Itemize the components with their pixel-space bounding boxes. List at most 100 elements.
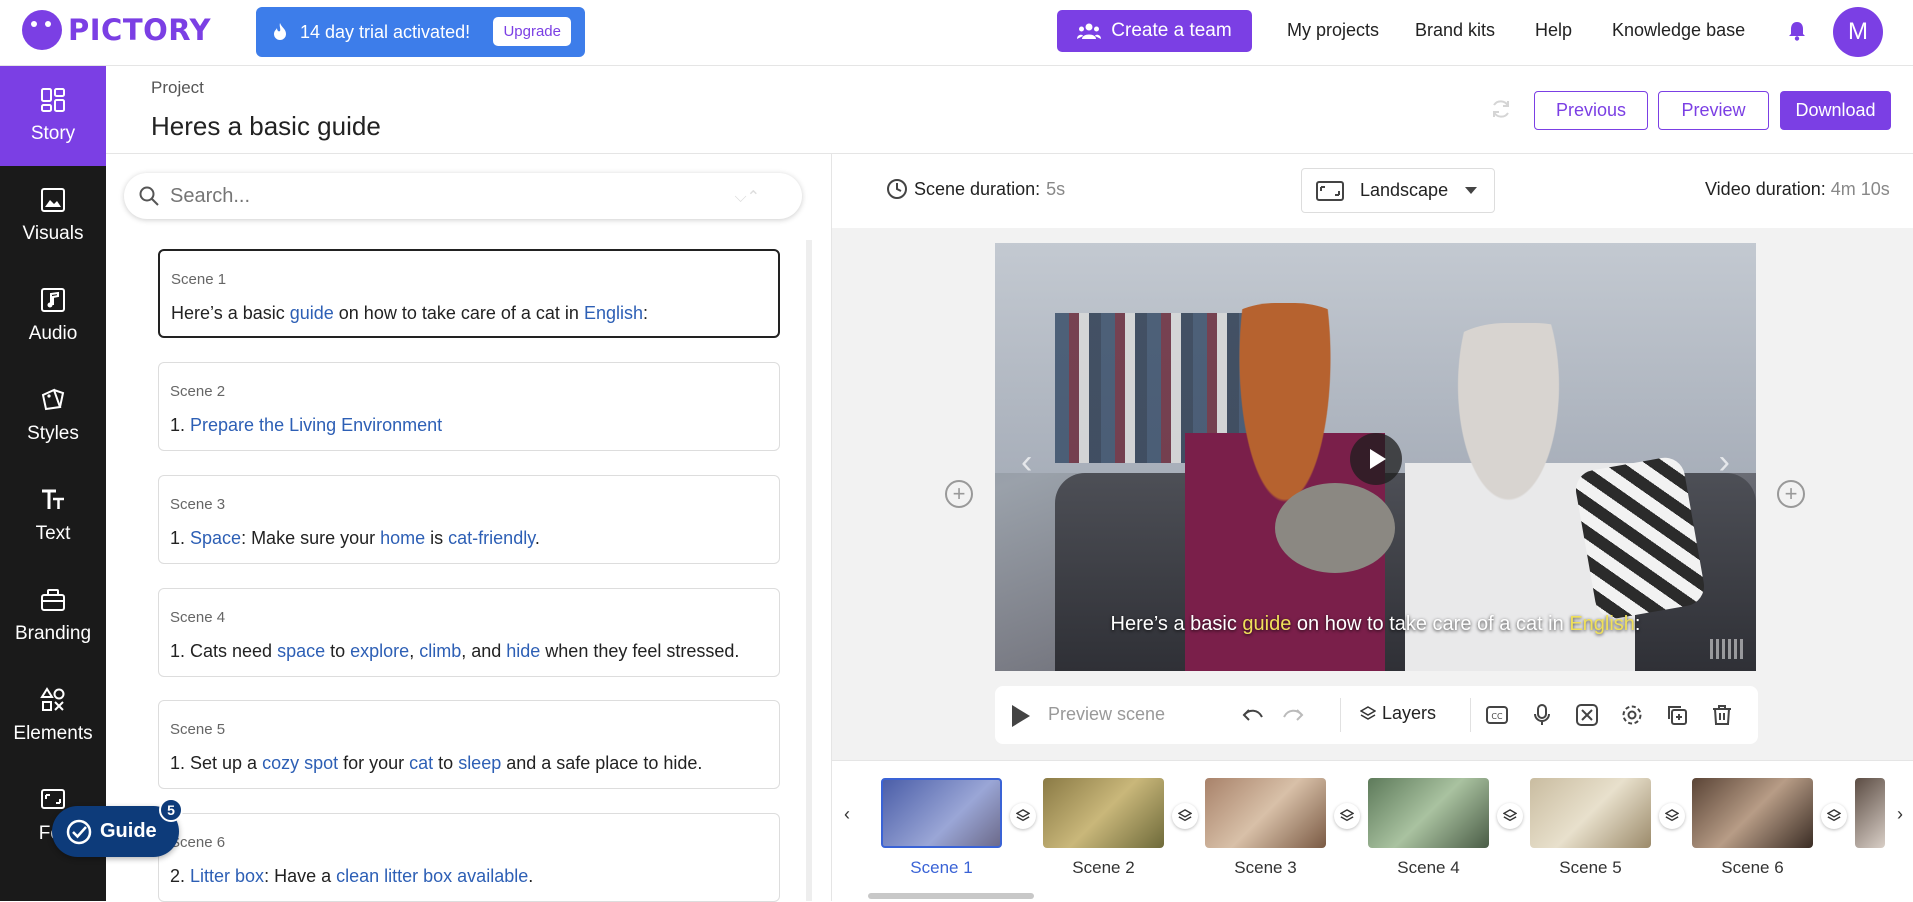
- timeline-thumb[interactable]: [1043, 778, 1164, 848]
- highlighted-keyword[interactable]: cat-friendly: [448, 528, 535, 548]
- search-input[interactable]: [170, 184, 710, 208]
- timeline-thumb[interactable]: [1368, 778, 1489, 848]
- scene-label: Scene 1: [171, 271, 227, 288]
- highlighted-keyword[interactable]: Litter box: [190, 866, 264, 886]
- project-title[interactable]: Heres a basic guide: [151, 111, 381, 142]
- scene-text[interactable]: Here’s a basic guide on how to take care…: [171, 303, 648, 324]
- preview-button[interactable]: Preview: [1658, 91, 1769, 130]
- scene-text[interactable]: 1. Set up a cozy spot for your cat to sl…: [170, 753, 702, 774]
- orientation-dropdown[interactable]: Landscape: [1301, 168, 1495, 213]
- microphone-icon[interactable]: [1530, 703, 1554, 727]
- undo-icon[interactable]: [1241, 703, 1265, 727]
- guide-button[interactable]: Guide 5: [52, 798, 183, 857]
- timeline-thumb-label[interactable]: Scene 2: [1043, 858, 1164, 878]
- timeline-thumb-label[interactable]: Scene 4: [1368, 858, 1489, 878]
- preview-scene-label[interactable]: Preview scene: [1048, 704, 1165, 725]
- sidebar-item-styles[interactable]: Styles: [0, 366, 106, 466]
- highlighted-keyword[interactable]: home: [380, 528, 425, 548]
- scene-layers-icon[interactable]: [1659, 803, 1685, 829]
- sidebar-item-elements[interactable]: Elements: [0, 666, 106, 766]
- top-bar: PICTORY 14 day trial activated! Upgrade …: [0, 0, 1913, 66]
- download-button[interactable]: Download: [1780, 91, 1891, 130]
- timeline-thumb-partial[interactable]: [1855, 778, 1885, 848]
- timeline-thumb[interactable]: [1205, 778, 1326, 848]
- scene-card[interactable]: Scene 2 1. Prepare the Living Environment: [158, 362, 780, 451]
- scene-card[interactable]: Scene 5 1. Set up a cozy spot for your ca…: [158, 700, 780, 789]
- scene-text[interactable]: 1. Prepare the Living Environment: [170, 415, 442, 436]
- trash-icon[interactable]: [1710, 703, 1734, 727]
- timeline-thumb[interactable]: [1530, 778, 1651, 848]
- nav-brand-kits[interactable]: Brand kits: [1415, 20, 1495, 41]
- highlighted-keyword[interactable]: guide: [290, 303, 334, 323]
- create-team-label: Create a team: [1111, 20, 1232, 41]
- highlighted-keyword[interactable]: sleep: [458, 753, 501, 773]
- highlighted-keyword[interactable]: cat: [409, 753, 433, 773]
- timeline-thumb-label[interactable]: Scene 1: [881, 858, 1002, 878]
- prev-visual-chevron-icon[interactable]: ‹: [1021, 443, 1032, 482]
- preview-play-icon[interactable]: [1012, 705, 1030, 727]
- add-scene-before-icon[interactable]: +: [945, 480, 973, 508]
- scene-layers-icon[interactable]: [1497, 803, 1523, 829]
- timeline-right-chevron-icon[interactable]: ›: [1897, 804, 1903, 825]
- timeline-thumb-label[interactable]: Scene 5: [1530, 858, 1651, 878]
- scene-layers-icon[interactable]: [1172, 803, 1198, 829]
- upgrade-button[interactable]: Upgrade: [493, 17, 571, 46]
- redo-icon[interactable]: [1281, 703, 1305, 727]
- highlighted-keyword[interactable]: explore: [350, 641, 409, 661]
- captions-icon[interactable]: CC: [1485, 703, 1509, 727]
- bell-icon[interactable]: [1786, 20, 1808, 42]
- search-nav-chevrons-icon[interactable]: ⌵⌃: [734, 187, 760, 207]
- scene-card[interactable]: Scene 3 1. Space: Make sure your home is …: [158, 475, 780, 564]
- scene-card[interactable]: Scene 6 2. Litter box: Have a clean litte…: [158, 813, 780, 902]
- sidebar-item-text[interactable]: Text: [0, 466, 106, 566]
- highlighted-keyword[interactable]: Prepare the Living Environment: [190, 415, 442, 435]
- pictory-logo[interactable]: PICTORY: [22, 10, 211, 50]
- highlighted-keyword[interactable]: Space: [190, 528, 241, 548]
- duplicate-icon[interactable]: [1665, 703, 1689, 727]
- next-visual-chevron-icon[interactable]: ›: [1719, 443, 1730, 482]
- scene-text[interactable]: 1. Space: Make sure your home is cat-fri…: [170, 528, 540, 549]
- play-icon[interactable]: [1350, 433, 1402, 485]
- sidebar-item-visuals[interactable]: Visuals: [0, 166, 106, 266]
- refresh-icon[interactable]: [1490, 98, 1512, 120]
- highlighted-keyword[interactable]: hide: [506, 641, 540, 661]
- timeline-thumb[interactable]: [1692, 778, 1813, 848]
- sidebar-item-branding[interactable]: Branding: [0, 566, 106, 666]
- scene-card[interactable]: Scene 4 1. Cats need space to explore, cl…: [158, 588, 780, 677]
- sidebar-item-audio[interactable]: Audio: [0, 266, 106, 366]
- scene-duration[interactable]: Scene duration: 5s: [886, 178, 1065, 200]
- timeline-scrollbar[interactable]: [868, 893, 1034, 899]
- layers-button[interactable]: Layers: [1360, 703, 1436, 724]
- video-preview[interactable]: ‹ › Here’s a basic guide on how to take …: [995, 243, 1756, 671]
- previous-button[interactable]: Previous: [1534, 91, 1648, 130]
- sidebar-item-story[interactable]: Story: [0, 66, 106, 166]
- highlighted-keyword[interactable]: clean litter box available: [336, 866, 528, 886]
- timeline-thumb[interactable]: [881, 778, 1002, 848]
- scene-label: Scene 4: [170, 609, 226, 626]
- scene-card[interactable]: Scene 1 Here’s a basic guide on how to ta…: [158, 249, 780, 338]
- settings-icon[interactable]: [1620, 703, 1644, 727]
- scene-text[interactable]: 1. Cats need space to explore, climb, an…: [170, 641, 739, 662]
- timeline-left-chevron-icon[interactable]: ‹: [844, 804, 850, 825]
- timeline-thumb-label[interactable]: Scene 3: [1205, 858, 1326, 878]
- scene-layers-icon[interactable]: [1334, 803, 1360, 829]
- scene-layers-icon[interactable]: [1010, 803, 1036, 829]
- highlighted-keyword[interactable]: climb: [419, 641, 461, 661]
- user-avatar[interactable]: M: [1833, 7, 1883, 57]
- add-scene-after-icon[interactable]: +: [1777, 480, 1805, 508]
- nav-help[interactable]: Help: [1535, 20, 1572, 41]
- controls-divider: [1470, 698, 1471, 732]
- highlighted-keyword[interactable]: cozy spot: [262, 753, 338, 773]
- create-team-button[interactable]: Create a team: [1057, 10, 1252, 52]
- video-caption[interactable]: Here’s a basic guide on how to take care…: [995, 613, 1756, 636]
- search-box[interactable]: ⌵⌃: [124, 173, 802, 219]
- highlighted-keyword[interactable]: English: [584, 303, 643, 323]
- script-scrollbar[interactable]: [806, 240, 812, 901]
- transition-icon[interactable]: [1575, 703, 1599, 727]
- nav-my-projects[interactable]: My projects: [1287, 20, 1379, 41]
- nav-knowledge-base[interactable]: Knowledge base: [1612, 20, 1745, 41]
- timeline-thumb-label[interactable]: Scene 6: [1692, 858, 1813, 878]
- highlighted-keyword[interactable]: space: [277, 641, 325, 661]
- scene-layers-icon[interactable]: [1821, 803, 1847, 829]
- scene-text[interactable]: 2. Litter box: Have a clean litter box a…: [170, 866, 533, 887]
